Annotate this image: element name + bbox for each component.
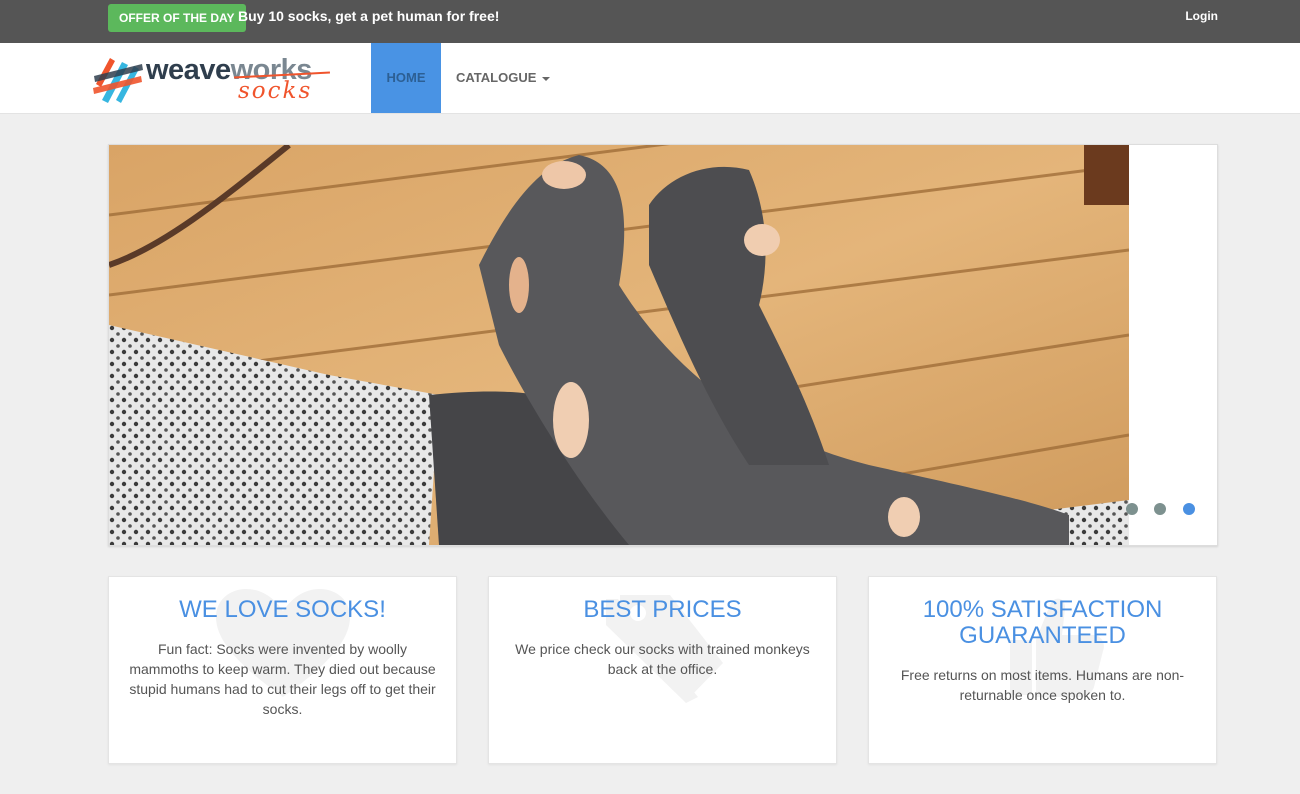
weaveworks-socks-logo[interactable]: weaveworks socks	[92, 52, 332, 106]
offer-of-the-day-badge[interactable]: OFFER OF THE DAY	[108, 4, 246, 32]
feature-title: WE LOVE SOCKS!	[179, 596, 386, 623]
nav-catalogue-dropdown[interactable]: CATALOGUE	[456, 43, 551, 113]
caret-down-icon	[542, 76, 551, 81]
feature-text: Free returns on most items. Humans are n…	[900, 667, 1185, 703]
carousel-indicator-2[interactable]	[1154, 503, 1167, 515]
hero-carousel[interactable]	[108, 144, 1218, 546]
feature-box-love-socks: WE LOVE SOCKS! Fun fact: Socks were inve…	[108, 576, 457, 764]
carousel-slide-image	[109, 145, 1129, 545]
feature-box-best-prices: BEST PRICES We price check our socks wit…	[488, 576, 837, 764]
navbar: weaveworks socks HOME CATALOGUE	[0, 43, 1300, 114]
feature-title: 100% SATISFACTION GUARANTEED	[922, 596, 1163, 649]
feature-text: We price check our socks with trained mo…	[515, 641, 810, 677]
offer-text[interactable]: Buy 10 socks, get a pet human for free!	[238, 8, 499, 24]
nav-catalogue-label: CATALOGUE	[456, 70, 537, 85]
logo-socks-text: socks	[238, 78, 313, 104]
carousel-indicator-3[interactable]	[1182, 503, 1195, 515]
feature-box-satisfaction: 100% SATISFACTION GUARANTEED Free return…	[868, 576, 1217, 764]
top-bar: OFFER OF THE DAY Buy 10 socks, get a pet…	[0, 0, 1300, 43]
weaveworks-logo-icon	[93, 58, 143, 103]
nav-home[interactable]: HOME	[371, 43, 441, 113]
feature-title: BEST PRICES	[583, 596, 742, 623]
login-link[interactable]: Login	[1185, 9, 1218, 23]
carousel-indicators	[1126, 503, 1207, 517]
feature-text: Fun fact: Socks were invented by woolly …	[129, 641, 436, 717]
carousel-indicator-1[interactable]	[1126, 503, 1138, 515]
